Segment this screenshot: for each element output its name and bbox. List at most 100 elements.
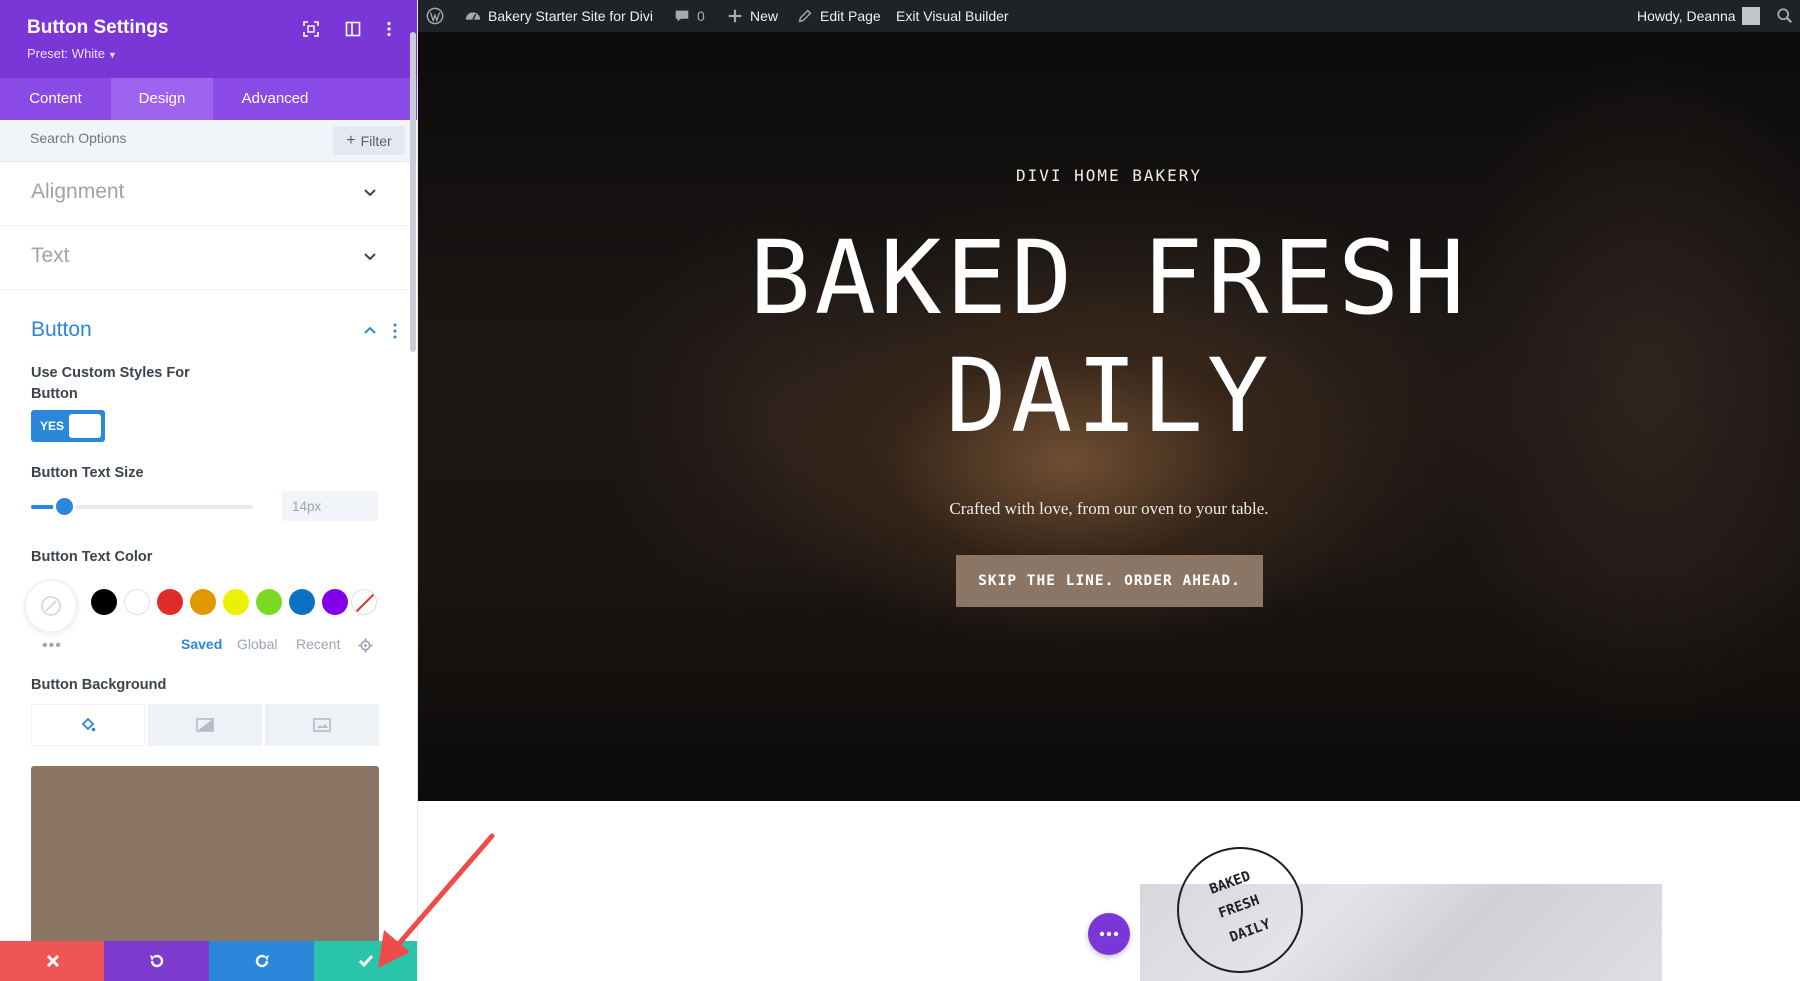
swatch-none[interactable] <box>351 589 377 615</box>
wordpress-logo-menu[interactable] <box>426 0 444 32</box>
account-menu[interactable]: Howdy, Deanna <box>1637 0 1760 32</box>
eyedropper-icon <box>41 596 61 616</box>
panel-title: Button Settings <box>27 17 169 38</box>
tab-advanced[interactable]: Advanced <box>213 78 337 120</box>
close-icon <box>46 954 59 968</box>
stamp-word-2: FRESH <box>1216 892 1262 922</box>
layout-icon[interactable] <box>343 19 363 39</box>
section-alignment[interactable]: Alignment <box>0 162 406 226</box>
chevron-down-icon <box>364 253 376 261</box>
site-name: Bakery Starter Site for Divi <box>488 8 653 24</box>
hero-subtitle: Crafted with love, from our oven to your… <box>949 499 1269 518</box>
panel-scrollbar[interactable] <box>410 32 416 352</box>
plus-icon <box>728 9 742 23</box>
custom-styles-label-line2: Button <box>31 386 78 402</box>
gradient-icon <box>196 718 214 732</box>
tab-content[interactable]: Content <box>0 78 111 120</box>
color-swatch[interactable] <box>289 589 315 615</box>
undo-icon <box>149 954 163 968</box>
color-swatch[interactable] <box>223 589 249 615</box>
image-icon <box>313 718 331 732</box>
search-options-input[interactable] <box>30 130 280 146</box>
avatar <box>1741 7 1760 25</box>
button-settings-panel: Button Settings Preset: White ▼ Content D… <box>0 0 418 981</box>
chevron-down-icon <box>364 189 376 197</box>
undo-button[interactable] <box>104 941 209 981</box>
stamp-word-1: BAKED <box>1207 868 1253 898</box>
text-size-input[interactable]: 14px <box>282 491 378 521</box>
custom-styles-label: Use Custom Styles For Button <box>31 363 190 405</box>
hero-title: BAKED FRESH DAILY <box>418 220 1800 456</box>
paint-bucket-icon <box>81 717 96 732</box>
more-options-icon[interactable] <box>379 19 399 39</box>
background-label: Button Background <box>31 677 167 693</box>
section-alignment-title: Alignment <box>31 180 125 203</box>
section-options-icon[interactable] <box>389 322 401 340</box>
redo-icon <box>255 954 269 968</box>
custom-styles-label-line1: Use Custom Styles For <box>31 365 190 381</box>
stamp-word-3: DAILY <box>1227 916 1273 946</box>
action-bar <box>0 941 417 981</box>
tab-design[interactable]: Design <box>111 78 213 120</box>
edit-page-label: Edit Page <box>820 8 881 24</box>
content-section: BAKED FRESH DAILY <box>418 801 1800 981</box>
section-options-button[interactable] <box>1088 913 1130 955</box>
color-swatch[interactable] <box>157 589 183 615</box>
hero-title-line2: DAILY <box>945 337 1273 456</box>
bg-tab-image[interactable] <box>265 704 379 746</box>
baked-fresh-daily-stamp: BAKED FRESH DAILY <box>1177 847 1303 973</box>
redo-button[interactable] <box>209 941 314 981</box>
background-color-preview[interactable] <box>31 766 379 946</box>
toggle-yes-text: YES <box>40 419 65 433</box>
exit-visual-builder-link[interactable]: Exit Visual Builder <box>896 0 1009 32</box>
bg-tab-color[interactable] <box>31 704 145 746</box>
ellipsis-icon <box>1099 931 1119 937</box>
preset-selector[interactable]: Preset: White ▼ <box>27 46 117 61</box>
search-icon <box>1777 8 1793 24</box>
section-text[interactable]: Text <box>0 226 406 290</box>
settings-tabs: Content Design Advanced <box>0 78 417 120</box>
hero-section: DIVI HOME BAKERY BAKED FRESH DAILY Craft… <box>418 32 1800 801</box>
wordpress-icon <box>426 7 444 25</box>
color-swatch[interactable] <box>190 589 216 615</box>
caret-down-icon: ▼ <box>108 50 117 60</box>
search-toggle[interactable] <box>1776 0 1794 32</box>
palette-tab-saved[interactable]: Saved <box>181 636 222 652</box>
color-swatch[interactable] <box>322 589 348 615</box>
palette-tab-recent[interactable]: Recent <box>296 636 340 652</box>
filter-button[interactable]: + Filter <box>333 126 405 155</box>
hero-eyebrow: DIVI HOME BAKERY <box>1015 166 1203 185</box>
pencil-icon <box>798 9 812 23</box>
preset-label: Preset: White <box>27 46 106 61</box>
wp-admin-bar: Bakery Starter Site for Divi 0 New Edit … <box>418 0 1800 32</box>
section-text-title: Text <box>31 244 70 267</box>
color-swatch[interactable] <box>91 589 117 615</box>
new-label: New <box>750 8 779 24</box>
greeting: Howdy, Deanna <box>1637 8 1736 24</box>
annotation-arrow-icon <box>378 833 495 968</box>
slider-handle[interactable] <box>56 498 74 515</box>
edit-page-link[interactable]: Edit Page <box>796 0 881 32</box>
chevron-up-icon[interactable] <box>362 322 378 338</box>
color-swatch[interactable] <box>256 589 282 615</box>
palette-tab-global[interactable]: Global <box>237 636 277 652</box>
text-color-label: Button Text Color <box>31 549 153 565</box>
color-picker-button[interactable] <box>26 581 76 631</box>
filter-label: Filter <box>360 132 392 149</box>
comments-link[interactable]: 0 <box>673 0 705 32</box>
new-content-link[interactable]: New <box>726 0 778 32</box>
custom-styles-toggle[interactable]: YES <box>31 410 105 442</box>
discard-button[interactable] <box>0 941 105 981</box>
site-name-link[interactable]: Bakery Starter Site for Divi <box>464 0 653 32</box>
background-type-tabs <box>31 704 379 746</box>
plus-icon: + <box>346 131 356 149</box>
order-ahead-button[interactable]: SKIP THE LINE. ORDER AHEAD. <box>956 555 1263 607</box>
more-colors-icon[interactable]: ••• <box>42 637 62 655</box>
exit-label: Exit Visual Builder <box>896 8 1009 24</box>
bg-tab-gradient[interactable] <box>148 704 262 746</box>
panel-header: Button Settings Preset: White ▼ <box>0 0 417 78</box>
section-button-title[interactable]: Button <box>31 318 92 342</box>
fullscreen-icon[interactable] <box>301 19 321 39</box>
color-swatch[interactable] <box>124 589 150 615</box>
gear-icon[interactable] <box>358 638 373 653</box>
